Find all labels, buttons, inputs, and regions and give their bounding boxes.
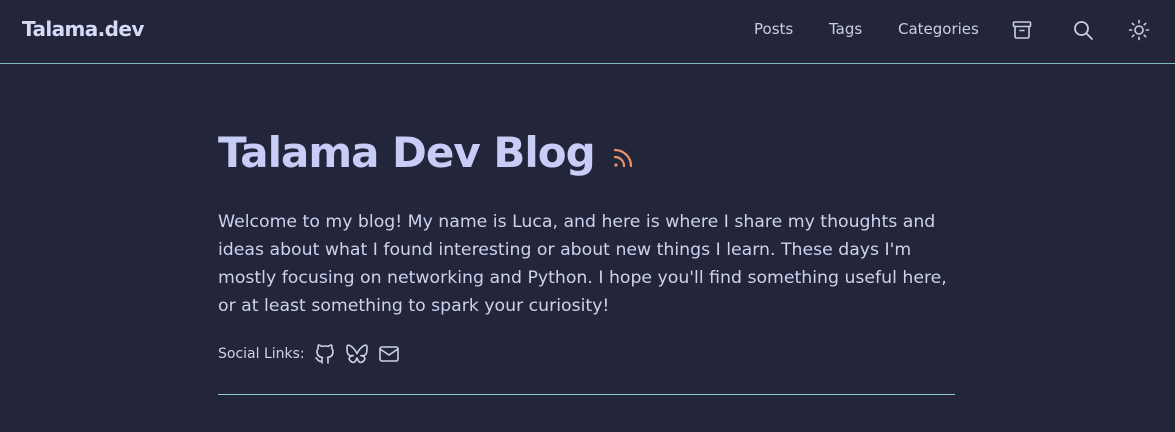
nav-tags[interactable]: Tags [829,20,862,38]
social-links-label: Social Links: [218,346,305,362]
rss-icon[interactable] [611,146,635,170]
intro-text: Welcome to my blog! My name is Luca, and… [218,212,947,316]
site-logo[interactable]: Talama.dev [22,17,144,41]
page-title: Talama Dev Blog [218,128,596,177]
social-links: Social Links: [218,342,409,366]
content-divider [218,394,955,395]
bluesky-icon[interactable] [345,342,369,366]
github-icon[interactable] [313,342,337,366]
search-icon[interactable] [1071,18,1095,42]
archive-icon[interactable] [1010,18,1034,42]
sun-icon[interactable] [1127,18,1151,42]
site-header: Talama.dev Posts Tags Categories [0,0,1175,64]
nav-posts[interactable]: Posts [754,20,793,38]
mail-icon[interactable] [377,342,401,366]
nav-categories[interactable]: Categories [898,20,979,38]
